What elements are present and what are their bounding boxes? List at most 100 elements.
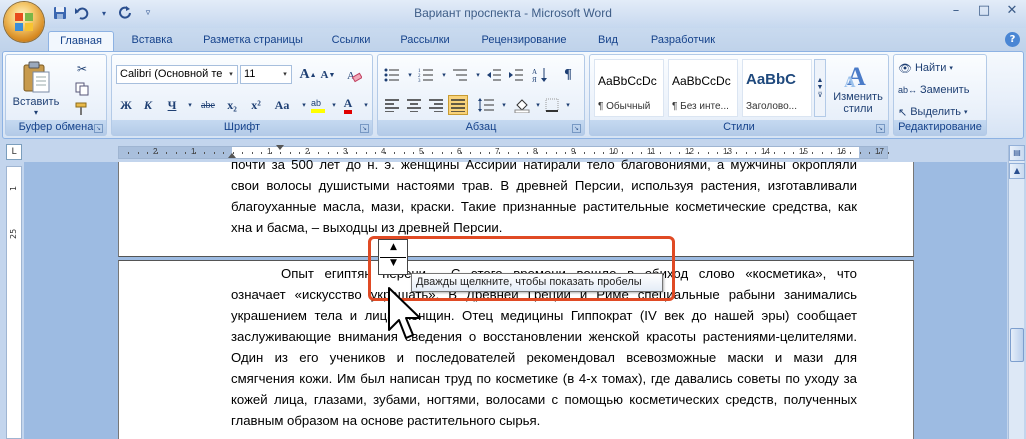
shrink-font-button[interactable]: A ▼ xyxy=(318,65,338,85)
paste-button[interactable]: Вставить ▾ xyxy=(10,57,62,119)
multilevel-list-icon[interactable] xyxy=(450,65,470,85)
increase-indent-icon[interactable] xyxy=(506,65,526,85)
scroll-up-icon[interactable]: ▲ xyxy=(1009,163,1025,179)
styles-down-icon[interactable]: ▼ xyxy=(817,84,824,91)
clear-formatting-icon[interactable]: A xyxy=(344,65,364,85)
justify-icon[interactable] xyxy=(448,95,468,115)
page-gap-line xyxy=(380,257,406,258)
cut-icon[interactable]: ✂ xyxy=(72,59,92,79)
ruler-tick xyxy=(146,152,148,154)
tab-selector-icon[interactable]: L xyxy=(6,144,22,160)
ruler-tick xyxy=(194,152,196,154)
shrink-font-label: A xyxy=(320,69,329,81)
tab-page-layout[interactable]: Разметка страницы xyxy=(192,31,314,52)
font-launcher-icon[interactable]: ↘ xyxy=(360,124,369,133)
text-line: почти за 500 лет до н. э. женщины Ассири… xyxy=(231,157,857,172)
bold-button[interactable]: Ж xyxy=(116,95,136,115)
copy-icon[interactable] xyxy=(72,79,92,99)
superscript-button[interactable]: x² xyxy=(246,95,266,115)
tab-insert[interactable]: Вставка xyxy=(122,31,182,52)
style-no-spacing[interactable]: AaBbCcDc ¶ Без инте... xyxy=(668,59,738,117)
tab-view[interactable]: Вид xyxy=(588,31,628,52)
tooltip: Дважды щелкните, чтобы показать пробелы xyxy=(411,273,663,292)
view-ruler-icon[interactable]: ▤ xyxy=(1009,145,1025,161)
style-heading-1[interactable]: AaBbC Заголово... xyxy=(742,59,812,117)
style-name: Заголово... xyxy=(746,101,797,112)
style-sample: AaBbCcDc xyxy=(672,74,731,88)
styles-scroll[interactable]: ▲ ▼ ⊽ xyxy=(814,59,826,117)
text-line: благоуханные масла, мази, краски. Такие … xyxy=(231,199,857,214)
office-logo-icon xyxy=(15,13,33,31)
font-color-dropdown-icon[interactable]: ▾ xyxy=(356,95,376,115)
replace-button[interactable]: ab↔ Заменить xyxy=(898,81,969,99)
tab-developer[interactable]: Разработчик xyxy=(638,31,728,52)
underline-button[interactable]: Ч xyxy=(162,95,182,115)
font-name-dropdown-icon[interactable]: ▾ xyxy=(225,66,237,83)
font-name-combo[interactable]: Calibri (Основной те ▾ xyxy=(116,65,238,84)
text-line: кожей лица, глазами, зубами, ногтями, во… xyxy=(231,392,857,407)
hide-white-space-control[interactable]: ▲ ▼ xyxy=(378,239,408,275)
font-group: Calibri (Основной те ▾ 11 ▾ A ▲ A ▼ A Ж К … xyxy=(111,54,373,136)
style-sample: AaBbC xyxy=(746,71,797,88)
tab-references[interactable]: Ссылки xyxy=(322,31,380,52)
paste-label: Вставить xyxy=(12,95,60,108)
styles-group: AaBbCcDc ¶ Обычный AaBbCcDc ¶ Без инте..… xyxy=(589,54,889,136)
maximize-button[interactable]: □ xyxy=(970,0,998,20)
select-dropdown-icon[interactable]: ▾ xyxy=(964,108,968,116)
office-button[interactable] xyxy=(4,2,44,42)
tab-review[interactable]: Рецензирование xyxy=(470,31,578,52)
change-styles-label-1: Изменить xyxy=(833,91,883,103)
format-painter-icon[interactable] xyxy=(72,99,92,119)
ruler-tick xyxy=(165,152,167,154)
vertical-ruler[interactable]: 1 25 xyxy=(6,166,22,439)
italic-button[interactable]: К xyxy=(138,95,158,115)
tab-home[interactable]: Главная xyxy=(48,31,114,52)
select-button[interactable]: ↖ Выделить ▾ xyxy=(898,103,967,121)
paragraph-launcher-icon[interactable]: ↘ xyxy=(572,124,581,133)
strikethrough-button[interactable]: abe xyxy=(196,95,220,115)
show-formatting-marks-icon[interactable]: ¶ xyxy=(558,65,578,85)
find-dropdown-icon[interactable]: ▾ xyxy=(949,64,953,72)
font-name-value: Calibri (Основной те xyxy=(120,68,223,80)
first-line-indent-marker[interactable] xyxy=(276,145,284,150)
editing-group: 👁 Найти ▾ ab↔ Заменить ↖ Выделить ▾ Реда… xyxy=(893,54,987,136)
ruler-tick xyxy=(868,152,870,154)
svg-text:ab: ab xyxy=(311,98,321,108)
clipboard-launcher-icon[interactable]: ↘ xyxy=(94,124,103,133)
styles-more-icon[interactable]: ⊽ xyxy=(817,91,822,99)
numbering-icon[interactable]: 123 xyxy=(416,65,436,85)
styles-launcher-icon[interactable]: ↘ xyxy=(876,124,885,133)
find-button[interactable]: 👁 Найти ▾ xyxy=(898,59,953,77)
borders-dropdown-icon[interactable]: ▾ xyxy=(558,95,578,115)
style-name: ¶ Обычный xyxy=(598,101,651,112)
line-spacing-icon[interactable] xyxy=(476,95,496,115)
change-styles-button[interactable]: A A Изменить стили xyxy=(830,57,886,119)
align-right-icon[interactable] xyxy=(426,95,446,115)
tab-mailings[interactable]: Рассылки xyxy=(392,31,458,52)
decrease-indent-icon[interactable] xyxy=(484,65,504,85)
ruler-tick xyxy=(222,152,224,154)
style-normal[interactable]: AaBbCcDc ¶ Обычный xyxy=(594,59,664,117)
align-left-icon[interactable] xyxy=(382,95,402,115)
ruler-tick xyxy=(203,152,205,154)
line-spacing-dropdown-icon[interactable]: ▾ xyxy=(494,95,514,115)
svg-text:Я: Я xyxy=(532,76,537,83)
styles-up-icon[interactable]: ▲ xyxy=(817,77,824,84)
vertical-scrollbar[interactable]: ▤ ▲ xyxy=(1008,145,1025,439)
scroll-thumb[interactable] xyxy=(1010,328,1024,362)
ruler-tick xyxy=(127,152,129,154)
font-color-button[interactable]: A xyxy=(338,95,358,115)
text-line: свои волосы душистыми настоями трав. В д… xyxy=(231,178,857,193)
grow-font-button[interactable]: A ▲ xyxy=(298,65,318,85)
bullets-icon[interactable] xyxy=(382,65,402,85)
change-case-button[interactable]: Aa xyxy=(270,95,294,115)
minimize-button[interactable]: – xyxy=(942,0,970,20)
close-button[interactable]: ✕ xyxy=(998,0,1026,20)
align-center-icon[interactable] xyxy=(404,95,424,115)
help-icon[interactable]: ? xyxy=(1005,32,1020,47)
font-size-combo[interactable]: 11 ▾ xyxy=(240,65,292,84)
subscript-button[interactable]: x₂ xyxy=(222,95,242,115)
sort-icon[interactable]: AЯ xyxy=(530,65,550,85)
font-size-dropdown-icon[interactable]: ▾ xyxy=(279,66,291,83)
grow-font-label: A xyxy=(299,67,310,82)
